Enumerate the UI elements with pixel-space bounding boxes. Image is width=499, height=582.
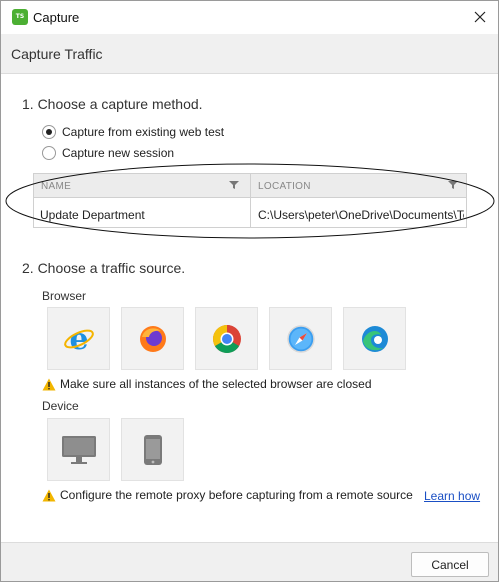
warning-icon bbox=[42, 489, 56, 501]
dialog-footer: Cancel bbox=[1, 542, 498, 581]
edge-icon bbox=[361, 325, 388, 352]
browser-warning-text: Make sure all instances of the selected … bbox=[60, 377, 372, 391]
column-header-name[interactable]: NAME bbox=[41, 181, 71, 192]
step2-heading: 2. Choose a traffic source. bbox=[22, 260, 186, 276]
column-separator bbox=[250, 174, 251, 198]
radio-button-checked[interactable] bbox=[42, 125, 56, 139]
table-header: NAME LOCATION bbox=[34, 174, 466, 198]
browser-warning: Make sure all instances of the selected … bbox=[42, 377, 372, 391]
column-header-location[interactable]: LOCATION bbox=[258, 181, 311, 192]
cancel-button[interactable]: Cancel bbox=[411, 552, 489, 577]
internet-explorer-icon: e bbox=[63, 322, 94, 356]
device-warning-text: Configure the remote proxy before captur… bbox=[60, 488, 413, 502]
browser-label: Browser bbox=[42, 289, 87, 303]
title-bar: TS Capture bbox=[1, 1, 498, 34]
browser-tile-chrome[interactable] bbox=[195, 307, 258, 370]
device-tile-desktop[interactable] bbox=[47, 418, 110, 481]
chrome-icon bbox=[212, 324, 241, 353]
capture-dialog: TS Capture Capture Traffic 1. Choose a c… bbox=[0, 0, 499, 582]
svg-text:e: e bbox=[69, 322, 88, 356]
web-test-table: NAME LOCATION Update Department C:\Users… bbox=[33, 173, 467, 228]
mobile-icon bbox=[143, 434, 162, 465]
browser-tile-internet-explorer[interactable]: e bbox=[47, 307, 110, 370]
browser-tile-edge[interactable] bbox=[343, 307, 406, 370]
radio-existing-web-test[interactable]: Capture from existing web test bbox=[42, 124, 224, 140]
learn-how-link[interactable]: Learn how bbox=[424, 489, 480, 503]
column-separator bbox=[250, 198, 251, 228]
filter-icon[interactable] bbox=[448, 180, 458, 190]
close-icon bbox=[474, 11, 486, 23]
desktop-icon bbox=[61, 435, 96, 464]
window-title: Capture bbox=[33, 10, 80, 25]
browser-tile-safari[interactable] bbox=[269, 307, 332, 370]
browser-tile-firefox[interactable] bbox=[121, 307, 184, 370]
radio-new-session[interactable]: Capture new session bbox=[42, 145, 174, 161]
firefox-icon bbox=[139, 325, 166, 352]
dialog-header: Capture Traffic bbox=[1, 34, 498, 74]
device-warning: Configure the remote proxy before captur… bbox=[42, 488, 413, 502]
warning-icon bbox=[42, 378, 56, 390]
device-label: Device bbox=[42, 399, 79, 413]
app-logo-icon: TS bbox=[12, 9, 28, 25]
close-button[interactable] bbox=[468, 5, 492, 29]
table-cell-location[interactable]: C:\Users\peter\OneDrive\Documents\Te bbox=[258, 208, 464, 222]
table-cell-name[interactable]: Update Department bbox=[40, 208, 145, 222]
radio-button-unchecked[interactable] bbox=[42, 146, 56, 160]
safari-icon bbox=[286, 324, 315, 353]
radio-label-existing: Capture from existing web test bbox=[62, 125, 225, 139]
filter-icon[interactable] bbox=[229, 180, 239, 190]
dialog-header-title: Capture Traffic bbox=[11, 46, 103, 62]
radio-label-new-session: Capture new session bbox=[62, 146, 175, 160]
step1-heading: 1. Choose a capture method. bbox=[22, 96, 203, 112]
device-tile-mobile[interactable] bbox=[121, 418, 184, 481]
